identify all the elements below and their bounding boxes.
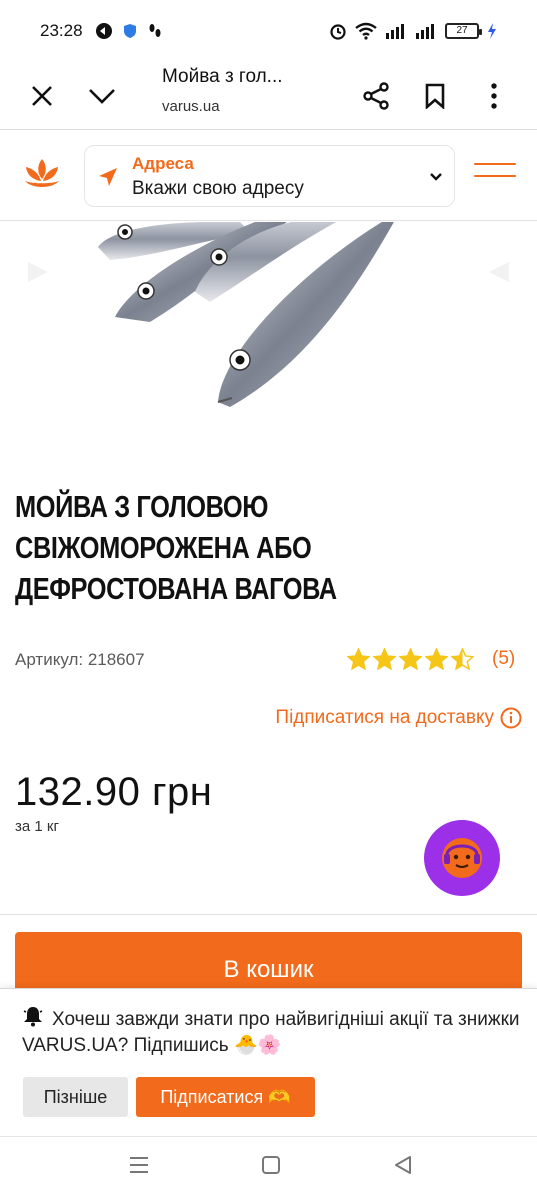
star-icon [399,648,422,670]
shield-icon [123,24,136,38]
chevron-down-icon [89,89,115,104]
fish-illustration [28,222,509,407]
product-title-line: МОЙВА З ГОЛОВОЮ [15,489,269,524]
subscribe-delivery-label: Підписатися на доставку [275,707,494,728]
product-title: МОЙВА З ГОЛОВОЮ СВІЖОМОРОЖЕНА АБО ДЕФРОС… [15,486,515,609]
status-system-icons: 27 [329,22,497,40]
subscribe-notification-banner: Хочеш завжди знати про найвигідніші акці… [0,988,537,1136]
later-button[interactable]: Пізніше [23,1077,128,1117]
product-image[interactable] [0,222,537,452]
chevron-down-icon [430,173,442,181]
signal-icon-2 [416,24,434,39]
address-selector[interactable]: Адреса Вкажи свою адресу [84,145,455,207]
address-label: Адреса [132,154,194,173]
rating-stars [347,648,474,670]
status-notification-icons [95,22,163,40]
system-nav-bar [0,1136,537,1200]
address-value: Вкажи свою адресу [132,178,304,199]
browser-toolbar: Мойва з гол... varus.ua [0,62,537,130]
page-title: Мойва з гол... [162,66,283,87]
status-bar: 23:28 27 [0,0,537,62]
varus-logo[interactable] [22,155,62,200]
recents-menu-icon[interactable] [128,1155,150,1175]
charging-icon [488,23,496,39]
home-icon[interactable] [261,1155,281,1175]
subscribe-button[interactable]: Підписатися 🫶 [136,1077,315,1117]
signal-icon [386,24,404,39]
more-vert-icon [491,83,497,109]
product-sku: Артикул: 218607 [15,650,145,669]
logo-icon [25,159,59,187]
star-icon [451,648,474,670]
notification-text: Хочеш завжди знати про найвигідніші акці… [22,1009,520,1056]
share-button[interactable] [356,76,396,116]
bookmark-button[interactable] [415,76,455,116]
navigation-arrow-icon [99,168,117,186]
close-button[interactable] [22,76,62,116]
footsteps-icon [149,24,161,37]
alarm-icon [330,24,346,40]
assistant-avatar-icon [442,838,482,878]
browser-title-area[interactable]: Мойва з гол... varus.ua [162,66,283,115]
cast-icon [95,23,112,39]
menu-line [474,163,516,165]
status-time: 23:28 [40,21,83,40]
back-icon[interactable] [393,1155,413,1175]
rating[interactable]: (5) [347,648,515,670]
product-price: 132.90 грн [15,770,213,814]
assistant-chat-button[interactable] [424,820,500,896]
more-button[interactable] [474,76,514,116]
close-icon [32,86,52,106]
star-icon [373,648,396,670]
battery-icon: 27 [445,23,482,39]
info-icon[interactable] [500,707,522,729]
wifi-icon [355,22,377,40]
price-unit: за 1 кг [15,818,59,835]
star-icon [425,648,448,670]
page-url: varus.ua [162,98,220,115]
star-icon [347,648,370,670]
menu-button[interactable] [474,163,516,187]
notification-text-wrap: Хочеш завжди знати про найвигідніші акці… [22,1005,522,1059]
share-icon [363,82,389,110]
menu-line [474,175,516,177]
subscribe-delivery-link[interactable]: Підписатися на доставку [275,707,522,729]
product-title-line: СВІЖОМОРОЖЕНА АБО [15,530,312,565]
bell-icon [23,1007,43,1027]
bookmark-icon [425,83,445,109]
rating-count[interactable]: (5) [492,648,515,670]
product-title-line: ДЕФРОСТОВАНА ВАГОВА [15,571,337,606]
collapse-button[interactable] [82,76,122,116]
site-header: Адреса Вкажи свою адресу [0,131,537,221]
divider [0,914,537,915]
